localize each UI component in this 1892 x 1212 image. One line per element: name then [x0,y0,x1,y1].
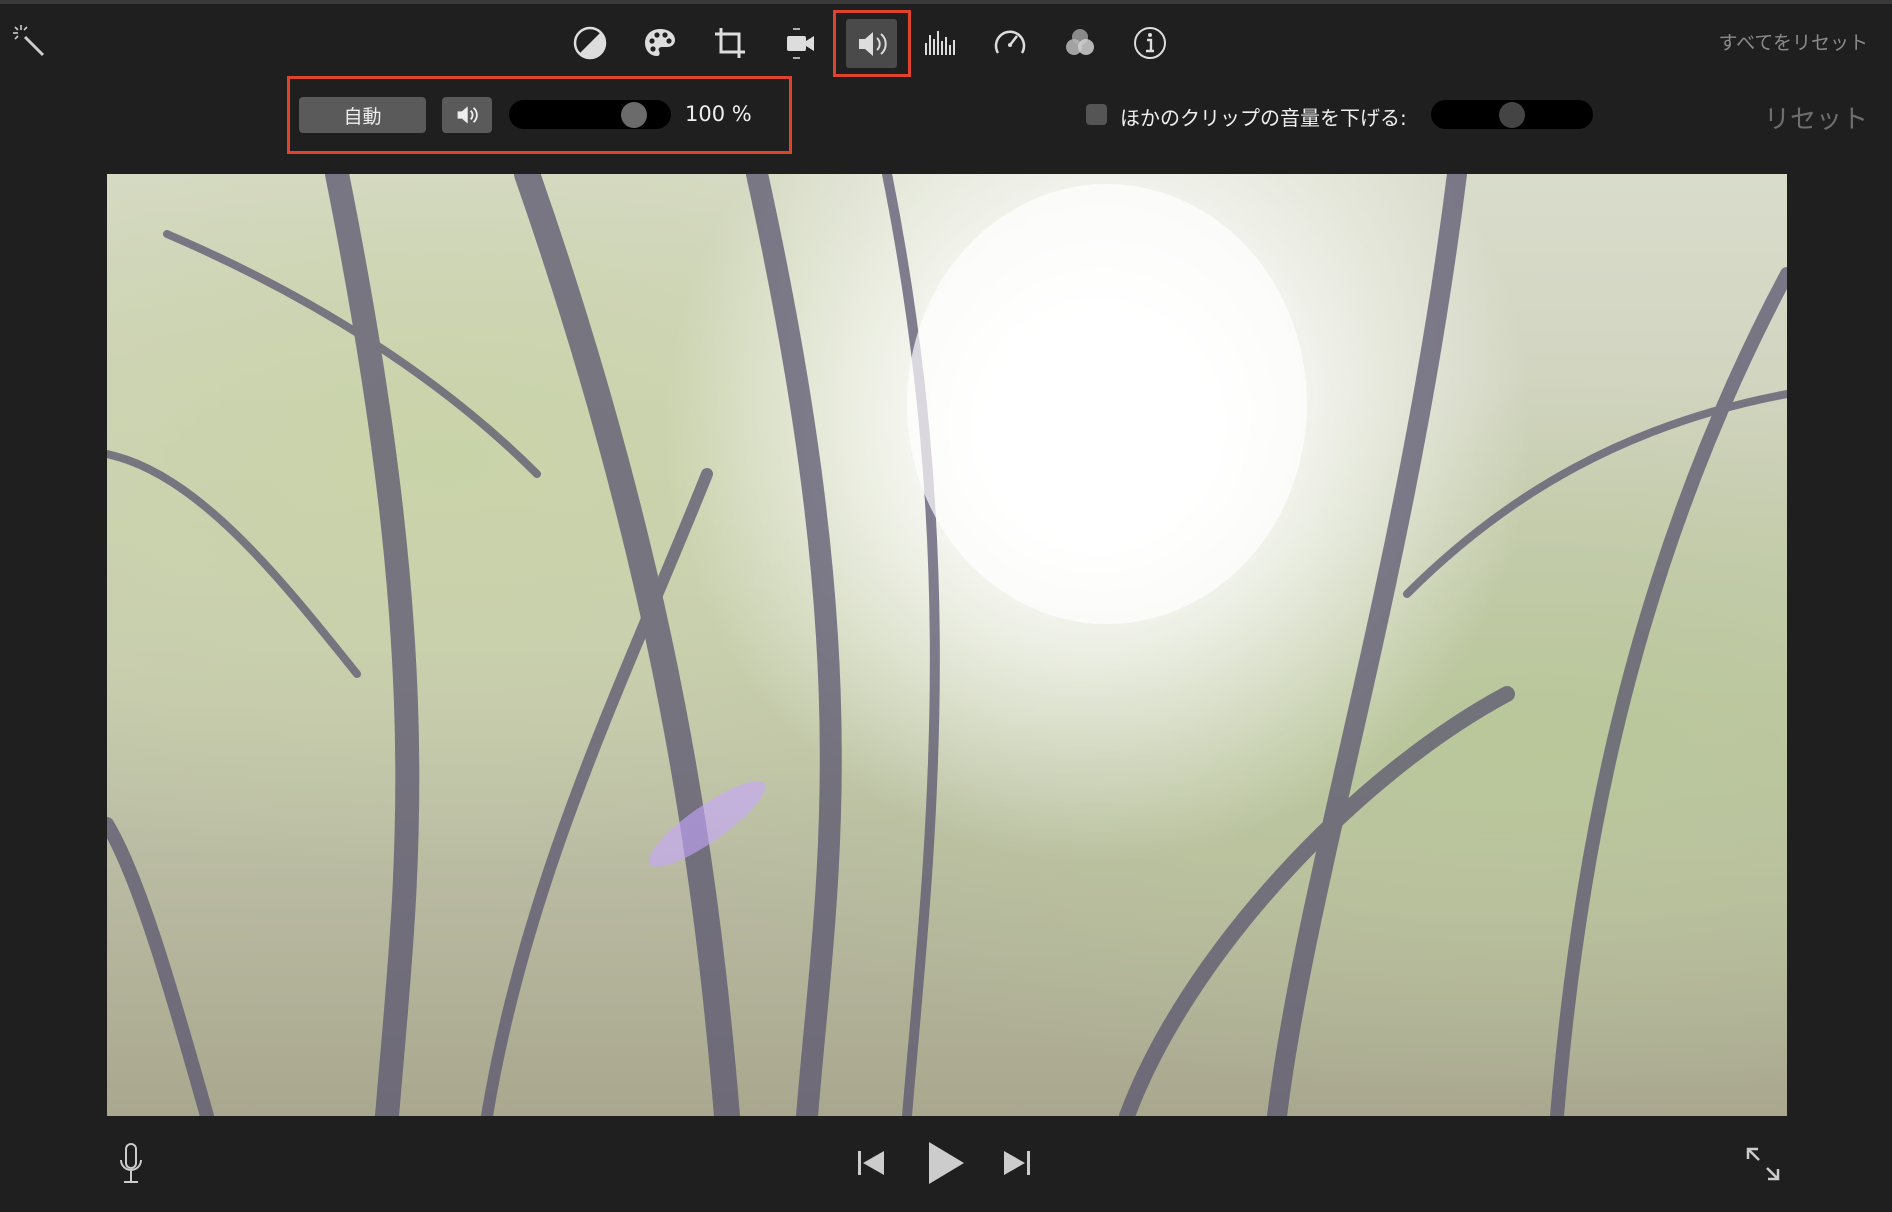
duck-level-slider[interactable] [1431,100,1593,129]
volume-level-text: 100 % [685,102,752,126]
play-icon [929,1142,964,1184]
speed-icon [994,30,1026,54]
volume-button[interactable] [846,19,897,68]
skip-forward-button[interactable] [1002,1148,1032,1178]
volume-slider[interactable] [509,100,671,129]
fullscreen-icon [1746,1147,1780,1181]
noise-equalizer-icon [925,31,955,55]
volume-icon [858,31,887,56]
info-icon [1134,27,1166,59]
video-preview [107,174,1787,1116]
duck-level-slider-knob[interactable] [1499,101,1525,128]
reset-button[interactable]: リセット [1764,99,1868,136]
skip-back-button[interactable] [856,1148,886,1178]
reset-all-button[interactable]: すべてをリセット [1718,28,1868,55]
noise-reduction-button[interactable] [917,20,963,66]
color-balance-icon [573,26,607,60]
window-top-border [0,0,1892,4]
auto-volume-button[interactable]: 自動 [299,97,426,133]
stabilization-camera-icon [787,28,814,59]
color-correction-button[interactable] [637,20,683,66]
play-button[interactable] [926,1140,966,1186]
stabilization-button[interactable] [777,20,823,66]
volume-slider-knob[interactable] [621,101,647,128]
color-balance-button[interactable] [567,20,613,66]
clip-filter-button[interactable] [1057,20,1103,66]
voiceover-button[interactable] [116,1142,146,1186]
magic-wand-icon [13,25,45,57]
crop-icon [715,28,745,58]
duck-other-clips-checkbox[interactable] [1086,104,1107,125]
video-frame-trees [107,174,1787,1116]
skip-back-icon [858,1151,884,1175]
speaker-icon [457,106,478,124]
microphone-icon [120,1143,142,1183]
enhance-button[interactable] [6,18,52,64]
clip-info-button[interactable] [1127,20,1173,66]
duck-other-clips-label: ほかのクリップの音量を下げる: [1120,106,1407,130]
mute-button[interactable] [442,97,492,133]
fullscreen-button[interactable] [1745,1146,1781,1182]
crop-button[interactable] [707,20,753,66]
skip-forward-icon [1004,1151,1030,1175]
color-palette-icon [645,29,675,56]
clip-filter-icon [1066,29,1094,55]
speed-button[interactable] [987,20,1033,66]
